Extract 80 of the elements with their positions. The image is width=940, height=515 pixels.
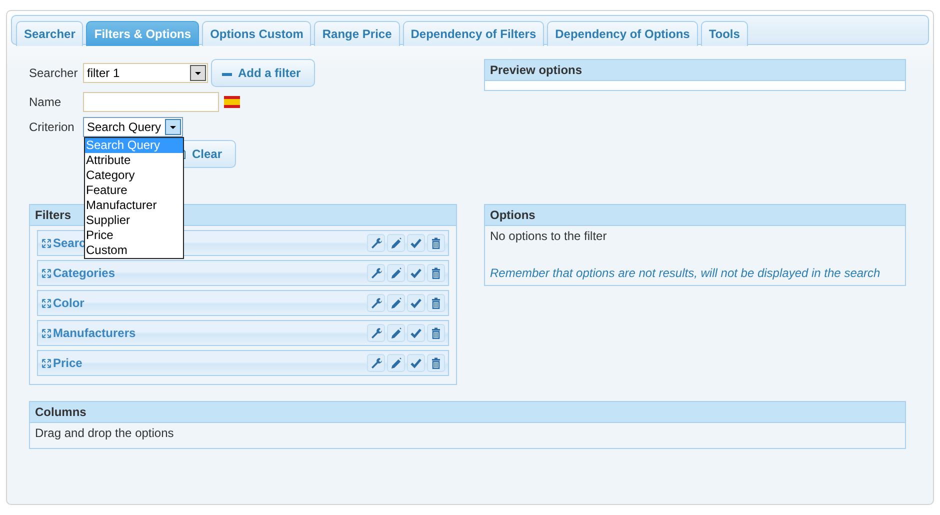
wrench-button[interactable]: [367, 294, 385, 312]
trash-icon: [430, 267, 442, 279]
pencil-icon: [390, 357, 402, 369]
delete-button[interactable]: [427, 354, 445, 372]
wrench-icon: [370, 357, 382, 369]
tab[interactable]: Options Custom: [202, 21, 312, 46]
tab[interactable]: Filters & Options: [86, 21, 200, 46]
checkmark-icon: [410, 357, 422, 369]
edit-button[interactable]: [387, 324, 405, 342]
panel-header: Options: [485, 205, 905, 226]
delete-button[interactable]: [427, 294, 445, 312]
tab[interactable]: Range Price: [314, 21, 400, 46]
pencil-icon: [390, 297, 402, 309]
filter-name: Categories: [53, 266, 116, 280]
check-button[interactable]: [407, 234, 425, 252]
trash-icon: [430, 297, 442, 309]
trash-icon: [430, 237, 442, 249]
tab[interactable]: Tools: [700, 21, 748, 46]
checkmark-icon: [410, 267, 422, 279]
wrench-icon: [370, 267, 382, 279]
expand-icon: [42, 238, 51, 248]
dropdown-option[interactable]: Price: [85, 228, 183, 243]
wrench-icon: [370, 237, 382, 249]
trash-icon: [430, 327, 442, 339]
pencil-icon: [390, 237, 402, 249]
name-field[interactable]: [83, 92, 219, 112]
edit-button[interactable]: [387, 354, 405, 372]
edit-button[interactable]: [387, 294, 405, 312]
panel-header: Columns: [30, 402, 905, 423]
caret-icon: [165, 119, 181, 135]
delete-button[interactable]: [427, 264, 445, 282]
expand-icon: [42, 268, 51, 278]
delete-button[interactable]: [427, 324, 445, 342]
filter-name: Color: [53, 296, 84, 310]
panel-header: Preview options: [485, 60, 905, 81]
dropdown-option[interactable]: Supplier: [85, 213, 183, 228]
flag-icon: [224, 96, 240, 108]
wrench-button[interactable]: [367, 234, 385, 252]
check-button[interactable]: [407, 264, 425, 282]
checkmark-icon: [410, 237, 422, 249]
checkmark-icon: [410, 297, 422, 309]
edit-button[interactable]: [387, 234, 405, 252]
check-button[interactable]: [407, 294, 425, 312]
minus-icon: [222, 72, 232, 74]
dropdown-option[interactable]: Category: [85, 168, 183, 183]
field-label: Searcher: [29, 66, 79, 80]
searcher-select[interactable]: filter 1: [83, 63, 208, 83]
filter-name: Price: [53, 356, 82, 370]
caret-icon: [190, 65, 206, 81]
add-filter-button[interactable]: Add a filter: [211, 59, 315, 87]
tab[interactable]: Dependency of Filters: [402, 21, 544, 46]
filter-name: Manufacturers: [53, 326, 136, 340]
tab[interactable]: Searcher: [16, 21, 84, 46]
wrench-icon: [370, 297, 382, 309]
field-label: Criterion: [29, 120, 76, 134]
empty-message: No options to the filter: [489, 228, 608, 245]
dropdown-option[interactable]: Search Query: [85, 138, 183, 153]
trash-icon: [430, 357, 442, 369]
dropdown-option[interactable]: Feature: [85, 183, 183, 198]
delete-button[interactable]: [427, 234, 445, 252]
dropdown-option[interactable]: Custom: [85, 243, 183, 258]
wrench-button[interactable]: [367, 324, 385, 342]
field-label: Name: [29, 94, 62, 108]
filter-name: Searc: [53, 236, 86, 250]
pencil-icon: [390, 267, 402, 279]
hint-text: Remember that options are not results, will not be displayed in the search: [489, 266, 882, 282]
wrench-icon: [370, 327, 382, 339]
checkmark-icon: [410, 327, 422, 339]
check-button[interactable]: [407, 354, 425, 372]
expand-icon: [42, 328, 51, 338]
pencil-icon: [390, 327, 402, 339]
empty-message: Drag and drop the options: [34, 425, 175, 442]
criterion-select[interactable]: Search Query: [83, 117, 183, 137]
edit-button[interactable]: [387, 264, 405, 282]
expand-icon: [42, 358, 51, 368]
tab[interactable]: Dependency of Options: [547, 21, 698, 46]
expand-icon: [42, 298, 51, 308]
wrench-button[interactable]: [367, 354, 385, 372]
check-button[interactable]: [407, 324, 425, 342]
wrench-button[interactable]: [367, 264, 385, 282]
